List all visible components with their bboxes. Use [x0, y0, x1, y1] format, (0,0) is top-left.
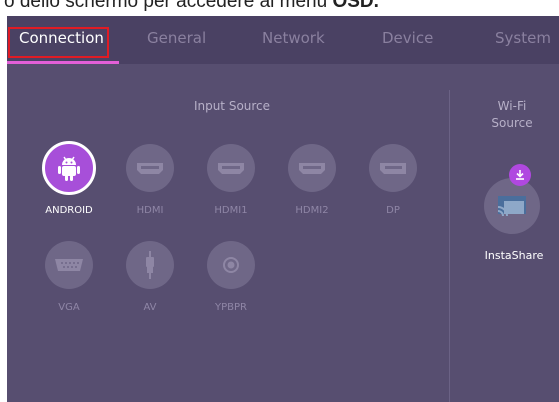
- hdmi-icon: [288, 144, 336, 192]
- source-ypbpr[interactable]: YPBPR: [197, 241, 265, 331]
- download-icon: [509, 164, 531, 186]
- instashare-label: InstaShare: [484, 249, 544, 262]
- android-icon: [42, 141, 96, 195]
- hdmi-icon: [207, 144, 255, 192]
- source-label: ANDROID: [45, 205, 93, 216]
- caption-text: o dello schermo per accedere al menu: [4, 0, 333, 12]
- active-tab-indicator: [7, 61, 119, 64]
- tab-highlight-box: [8, 27, 109, 58]
- ypbpr-icon: [207, 241, 255, 289]
- source-label: YPBPR: [215, 302, 247, 313]
- source-label: DP: [386, 205, 400, 216]
- tab-general[interactable]: General: [147, 16, 206, 64]
- section-divider: [449, 90, 450, 402]
- source-vga[interactable]: VGA: [35, 241, 103, 331]
- source-label: HDMI: [136, 205, 164, 216]
- tab-system[interactable]: System: [495, 16, 551, 64]
- wifi-source-title: Wi-Fi Source: [491, 99, 533, 130]
- osd-screen: Connection General Network Device System…: [7, 16, 559, 402]
- tab-bar: Connection General Network Device System: [7, 16, 559, 64]
- source-label: HDMI2: [295, 205, 329, 216]
- av-icon: [126, 241, 174, 289]
- source-android[interactable]: ANDROID: [35, 141, 103, 234]
- source-dp[interactable]: DP: [359, 144, 427, 234]
- vga-icon: [45, 241, 93, 289]
- source-label: AV: [143, 302, 157, 313]
- source-label: HDMI1: [214, 205, 248, 216]
- input-source-title: Input Source: [193, 99, 271, 113]
- source-instashare[interactable]: [484, 164, 544, 238]
- source-hdmi1[interactable]: HDMI1: [197, 144, 265, 234]
- tab-network[interactable]: Network: [262, 16, 325, 64]
- source-hdmi2[interactable]: HDMI2: [278, 144, 346, 234]
- tab-device[interactable]: Device: [382, 16, 433, 64]
- caption-bold: OSD.: [332, 0, 379, 12]
- hdmi-icon: [126, 144, 174, 192]
- displayport-icon: [369, 144, 417, 192]
- source-hdmi[interactable]: HDMI: [116, 144, 184, 234]
- source-av[interactable]: AV: [116, 241, 184, 331]
- instashare-icon: [484, 178, 540, 234]
- document-caption: o dello schermo per accedere al menu OSD…: [0, 0, 559, 16]
- source-label: VGA: [58, 302, 80, 313]
